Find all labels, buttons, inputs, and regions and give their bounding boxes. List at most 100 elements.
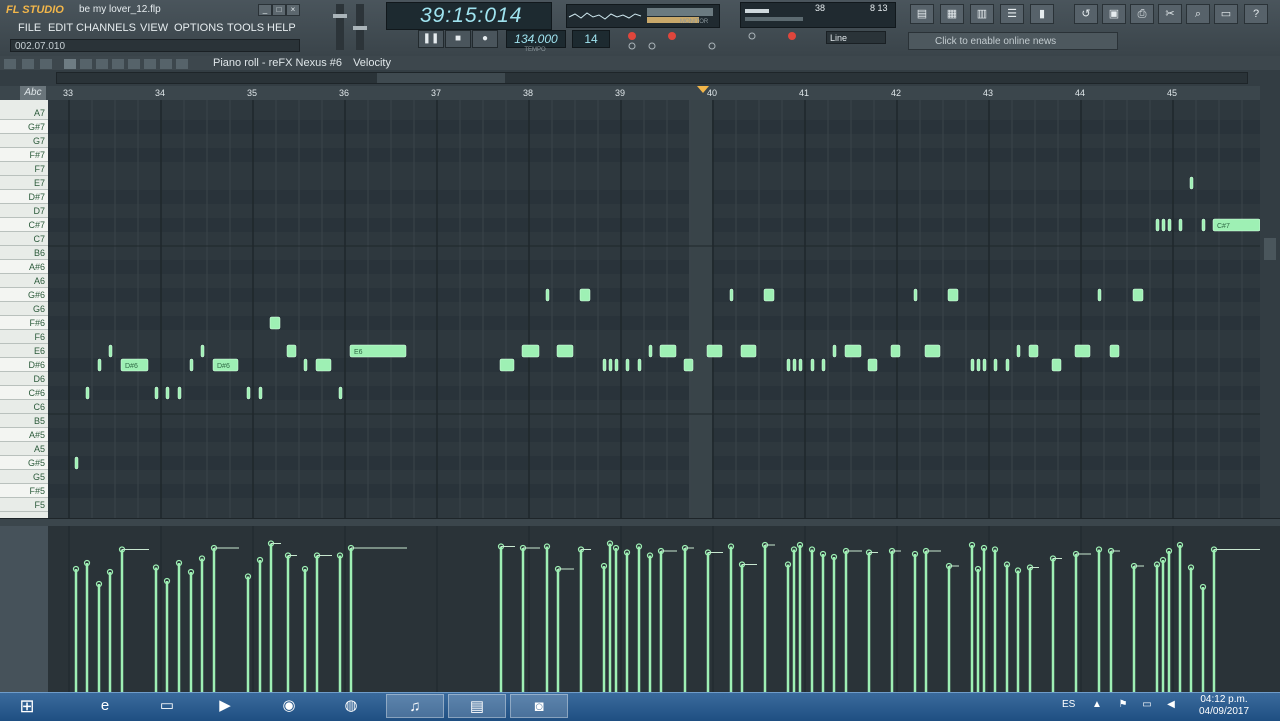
piano-roll-icon[interactable]: ▥ [970, 4, 994, 24]
piano-key[interactable]: G7 [0, 134, 48, 148]
menu-tools[interactable]: TOOLS [227, 20, 264, 36]
clock-time[interactable]: 04:12 p.m. [1194, 694, 1254, 706]
midi-note[interactable] [165, 386, 170, 400]
piano-key[interactable]: G5 [0, 470, 48, 484]
midi-note[interactable] [706, 344, 723, 358]
midi-note[interactable] [924, 344, 941, 358]
piano-key[interactable]: A6 [0, 274, 48, 288]
piano-key[interactable]: E7 [0, 176, 48, 190]
master-volume-slider[interactable] [333, 4, 347, 50]
midi-note[interactable] [614, 358, 619, 372]
minimize-button[interactable]: _ [258, 4, 272, 16]
online-news-bar[interactable]: Click to enable online news [908, 32, 1118, 50]
bar-ruler[interactable]: 33 34 35 36 37 38 39 40 41 42 43 44 45 [0, 86, 1280, 101]
midi-note[interactable] [740, 344, 757, 358]
scroll-thumb[interactable] [377, 73, 505, 83]
piano-key[interactable]: C#6 [0, 386, 48, 400]
midi-note[interactable] [499, 358, 515, 372]
volume-handle[interactable] [333, 14, 347, 18]
disk-icon[interactable]: ▭ [1214, 4, 1238, 24]
midi-note[interactable] [85, 386, 90, 400]
piano-key[interactable]: G#7 [0, 120, 48, 134]
note-labels-toggle[interactable]: Abc [20, 86, 46, 100]
midi-note[interactable] [1097, 288, 1102, 302]
midi-note[interactable] [993, 358, 998, 372]
media-player-icon[interactable]: ▶ [196, 694, 254, 718]
midi-note[interactable] [521, 344, 540, 358]
midi-note[interactable] [97, 358, 102, 372]
step-sequencer-icon[interactable]: ▦ [940, 4, 964, 24]
midi-note[interactable] [286, 344, 297, 358]
midi-note[interactable] [200, 344, 205, 358]
midi-note[interactable] [1189, 176, 1194, 190]
midi-note[interactable] [844, 344, 862, 358]
midi-note[interactable] [798, 358, 803, 372]
record-button[interactable]: ● [472, 30, 498, 48]
midi-note[interactable] [1109, 344, 1120, 358]
piano-key[interactable]: D#6 [0, 358, 48, 372]
piano-key[interactable]: B5 [0, 414, 48, 428]
midi-note[interactable] [1161, 218, 1166, 232]
menu-help[interactable]: HELP [267, 20, 296, 36]
notes-icon[interactable]: ▤ [448, 694, 506, 718]
midi-note[interactable] [659, 344, 677, 358]
pitch-handle[interactable] [353, 26, 367, 30]
piano-keyboard[interactable]: A7 G#7 G7 F#7 F7 E7 D#7 D7 C#7 C7 B6 A#6 A6 G#6 G6 F#6 F… [0, 100, 48, 518]
midi-note[interactable] [637, 358, 642, 372]
midi-note[interactable] [1155, 218, 1160, 232]
piano-key[interactable]: A#5 [0, 428, 48, 442]
network-icon[interactable]: ▭ [1140, 698, 1154, 712]
midi-note[interactable] [258, 386, 263, 400]
piano-key[interactable]: A5 [0, 442, 48, 456]
midi-note[interactable] [108, 344, 113, 358]
export-icon[interactable]: ⎙ [1130, 4, 1154, 24]
vertical-scroll-thumb[interactable] [1264, 238, 1276, 260]
menu-file[interactable]: FILE [18, 20, 41, 36]
midi-note[interactable] [982, 358, 987, 372]
volume-icon[interactable]: ◀ [1164, 698, 1178, 712]
midi-note[interactable] [1005, 358, 1010, 372]
snap-selector[interactable]: Line [826, 31, 886, 44]
menu-options[interactable]: OPTIONS [174, 20, 224, 36]
midi-note[interactable] [1132, 288, 1144, 302]
midi-note[interactable] [810, 358, 815, 372]
midi-note[interactable] [792, 358, 797, 372]
midi-note[interactable] [970, 358, 975, 372]
piano-key[interactable]: F#7 [0, 148, 48, 162]
firefox-icon[interactable]: ◍ [322, 694, 380, 718]
midi-note[interactable] [729, 288, 734, 302]
pattern-selector[interactable]: 14 [572, 30, 610, 48]
mixer-icon[interactable]: ▮ [1030, 4, 1054, 24]
midi-note[interactable] [602, 358, 607, 372]
midi-note[interactable] [947, 288, 959, 302]
midi-note[interactable] [648, 344, 653, 358]
piano-key[interactable]: F5 [0, 498, 48, 512]
internet-explorer-icon[interactable]: e [76, 694, 134, 718]
midi-note[interactable] [189, 358, 194, 372]
midi-note[interactable] [608, 358, 613, 372]
midi-note[interactable] [976, 358, 981, 372]
midi-note[interactable] [625, 358, 630, 372]
piano-key[interactable]: F7 [0, 162, 48, 176]
piano-key[interactable]: B6 [0, 246, 48, 260]
folder-icon[interactable]: ▭ [138, 694, 196, 718]
piano-key[interactable]: E6 [0, 344, 48, 358]
midi-note[interactable] [763, 288, 775, 302]
midi-note[interactable] [1178, 218, 1183, 232]
midi-note[interactable] [303, 358, 308, 372]
midi-note[interactable] [1074, 344, 1091, 358]
save-icon[interactable]: ▣ [1102, 4, 1126, 24]
windows-logo[interactable]: ⊞ [8, 692, 46, 720]
piano-key[interactable]: G#6 [0, 288, 48, 302]
maximize-button[interactable]: □ [272, 4, 286, 16]
midi-note[interactable] [246, 386, 251, 400]
velocity-canvas[interactable] [48, 526, 1260, 692]
playlist-icon[interactable]: ▤ [910, 4, 934, 24]
piano-key[interactable]: A7 [0, 106, 48, 120]
chrome-icon[interactable]: ◉ [260, 694, 318, 718]
tray-expand-icon[interactable]: ▲ [1090, 698, 1104, 712]
piano-key[interactable]: C#7 [0, 218, 48, 232]
tray-flag-icon[interactable]: ⚑ [1116, 698, 1130, 712]
midi-note[interactable] [1167, 218, 1172, 232]
piano-key[interactable]: D7 [0, 204, 48, 218]
